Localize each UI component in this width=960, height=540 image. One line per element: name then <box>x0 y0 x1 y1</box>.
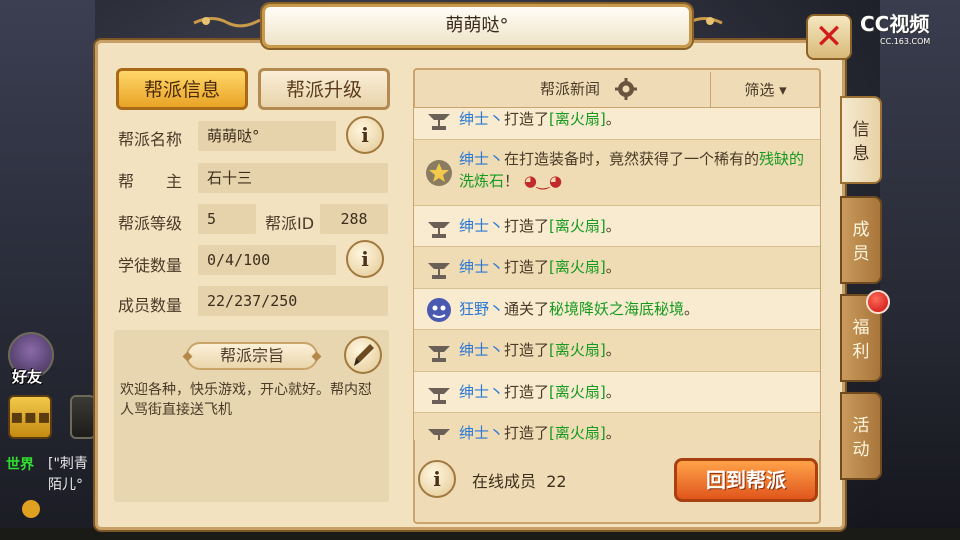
tab-guild-info[interactable]: 帮派信息 <box>116 68 248 110</box>
star-icon <box>426 160 452 186</box>
info-icon: i <box>433 467 441 491</box>
apprentice-count-field: 0/4/100 <box>198 245 336 275</box>
guild-motto-text: 欢迎各种，快乐游戏，开心就好。帮内怼人骂街直接送飞机 <box>120 382 372 418</box>
friend-label: 好友 <box>12 368 43 386</box>
emoji-icon: ◕‿◕ <box>523 172 563 190</box>
news-item: 绅士丶打造了[离火扇]。 <box>414 330 820 372</box>
demon-icon <box>427 298 451 322</box>
member-count-label: 成员数量 <box>118 296 183 315</box>
online-members-count: 22 <box>546 472 567 491</box>
emoji-icon <box>22 500 40 518</box>
title-bar: 萌萌哒° <box>262 4 692 48</box>
gear-icon[interactable] <box>615 78 637 100</box>
news-item: 狂野丶通关了秘境降妖之海底秘境。 <box>414 289 820 330</box>
guild-name-info-button[interactable]: i <box>346 116 384 154</box>
guild-id-label: 帮派ID <box>265 214 315 233</box>
anvil-icon <box>428 114 450 130</box>
side-tab-info[interactable]: 信息 <box>840 96 882 184</box>
news-item: 绅士丶打造了[离火扇]。 <box>414 413 820 440</box>
side-tab-members[interactable]: 成员 <box>840 196 882 284</box>
chat-bubble-icon: ▪▪▪ <box>10 404 51 428</box>
anvil-icon <box>428 263 450 279</box>
guild-level-field: 5 <box>198 204 256 234</box>
news-item: 绅士丶打造了[离火扇]。 <box>414 206 820 247</box>
apprentice-count-label: 学徒数量 <box>118 256 183 275</box>
news-item: 绅士丶打造了[离火扇]。 <box>414 372 820 413</box>
chat-button[interactable]: ▪▪▪ <box>8 395 52 439</box>
notification-badge <box>866 290 890 314</box>
world-chat-message: ["刺青 陌儿° <box>48 454 96 496</box>
side-tab-label: 福利 <box>852 318 870 362</box>
news-item: 绅士丶在打造装备时，竟然获得了一个稀有的残缺的洗炼石！ ◕‿◕ <box>414 140 820 206</box>
page-title: 萌萌哒° <box>445 15 509 36</box>
news-item: 绅士丶打造了[离火扇]。 <box>414 108 820 140</box>
side-tab-label: 信息 <box>852 120 870 164</box>
guild-level-label: 帮派等级 <box>118 214 183 233</box>
online-members-info-button[interactable]: i <box>418 460 456 498</box>
online-members-label: 在线成员 <box>472 472 537 491</box>
anvil-icon <box>428 429 450 440</box>
filter-dropdown[interactable]: 筛选 ▾ <box>710 72 820 108</box>
watermark: CC视频 CC.163.COM <box>860 8 930 46</box>
anvil-icon <box>428 346 450 362</box>
brush-icon <box>354 344 374 366</box>
edit-motto-button[interactable] <box>344 336 382 374</box>
member-count-field: 22/237/250 <box>198 286 388 316</box>
close-button[interactable]: ✕ <box>806 14 852 60</box>
guild-id-field: 288 <box>320 204 388 234</box>
game-scene-right <box>880 0 960 540</box>
side-tab-label: 成员 <box>852 220 870 264</box>
anvil-icon <box>428 388 450 404</box>
watermark-main: CC视频 <box>860 12 930 36</box>
apprentice-info-button[interactable]: i <box>346 240 384 278</box>
return-to-guild-button[interactable]: 回到帮派 <box>674 458 818 502</box>
chat-line-2: 陌儿° <box>48 477 83 493</box>
anvil-icon <box>428 222 450 238</box>
chat-line-1: ["刺青 <box>48 456 88 472</box>
watermark-sub: CC.163.COM <box>880 37 931 46</box>
online-members: 在线成员 22 <box>472 468 567 492</box>
guild-name-field: 萌萌哒° <box>198 121 336 151</box>
guild-leader-field: 石十三 <box>198 163 388 193</box>
tab-guild-upgrade[interactable]: 帮派升级 <box>258 68 390 110</box>
news-item: 绅士丶打造了[离火扇]。 <box>414 247 820 289</box>
info-icon: i <box>361 123 369 147</box>
guild-leader-label: 帮 主 <box>118 172 183 191</box>
title-ornament-left <box>193 17 261 28</box>
side-tab-activities[interactable]: 活动 <box>840 392 882 480</box>
news-title: 帮派新闻 <box>540 80 601 98</box>
voice-button[interactable] <box>70 395 96 439</box>
world-channel-label: 世界 <box>6 457 34 473</box>
side-tab-label: 活动 <box>852 416 870 460</box>
guild-motto-title: 帮派宗旨 <box>186 342 318 370</box>
close-icon: ✕ <box>814 17 844 57</box>
news-list[interactable]: 绅士丶打造了[离火扇]。 绅士丶在打造装备时，竟然获得了一个稀有的残缺的洗炼石！… <box>414 108 820 440</box>
guild-name-label: 帮派名称 <box>118 130 183 149</box>
info-icon: i <box>361 247 369 271</box>
